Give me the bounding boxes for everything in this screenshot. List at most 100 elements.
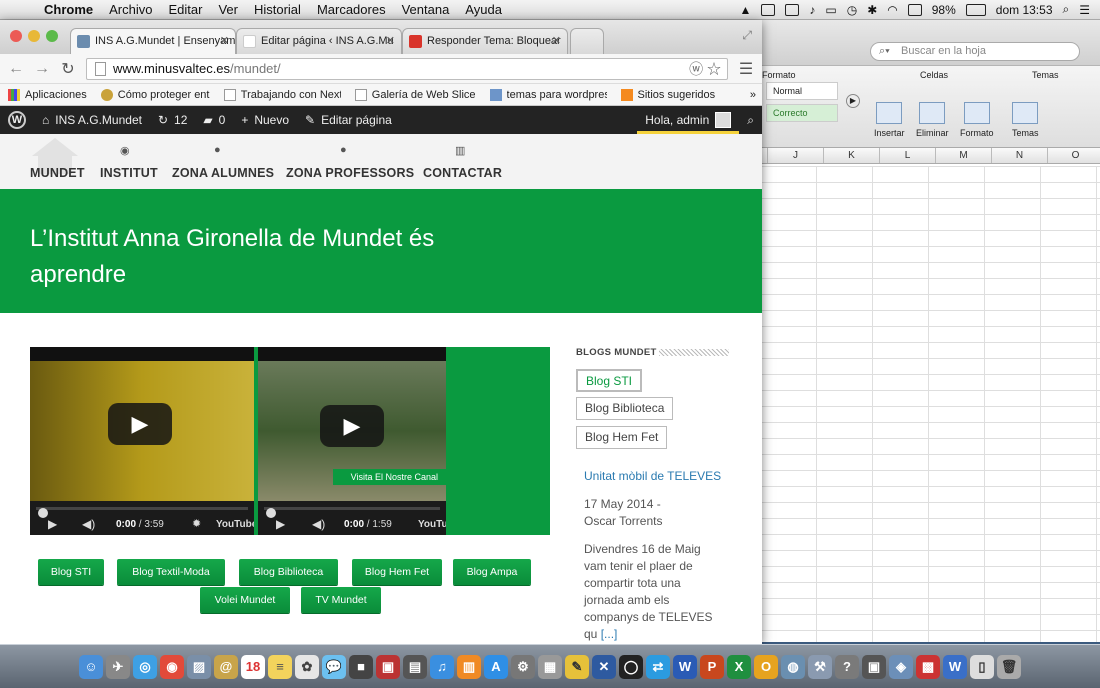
chrome-icon[interactable]: ◉ <box>160 654 184 679</box>
wp-my-account[interactable]: Hola, admin <box>637 106 740 134</box>
system-preferences-icon[interactable]: ⚙ <box>511 654 535 679</box>
photo-booth-icon[interactable]: ▣ <box>376 654 400 679</box>
reload-icon[interactable]: ↻ <box>60 59 76 79</box>
play-small-icon[interactable]: ▶ <box>276 517 285 531</box>
blog-ampa-button[interactable]: Blog Ampa <box>453 559 531 585</box>
utility-icon[interactable]: ⚒ <box>808 654 832 679</box>
facetime-icon[interactable]: ■ <box>349 654 373 679</box>
disk-utility-icon[interactable]: ▣ <box>862 654 886 679</box>
contacts-icon[interactable]: @ <box>214 654 238 679</box>
play-icon[interactable]: ▶ <box>108 403 172 445</box>
menu-marcadores[interactable]: Marcadores <box>309 2 394 17</box>
sidebar-blog-biblioteca[interactable]: Blog Biblioteca <box>576 397 674 420</box>
wp-new-content[interactable]: + Nuevo <box>233 113 297 127</box>
menu-historial[interactable]: Historial <box>246 2 309 17</box>
finder-icon[interactable]: ☺ <box>79 654 103 679</box>
tv-mundet-button[interactable]: TV Mundet <box>301 587 381 613</box>
word-icon[interactable]: W <box>673 654 697 679</box>
blog-biblioteca-button[interactable]: Blog Biblioteca <box>239 559 338 585</box>
safari-icon[interactable]: ◎ <box>133 654 157 679</box>
column-header[interactable]: N <box>992 148 1048 163</box>
bookmark-aplicaciones[interactable]: Aplicaciones <box>8 88 87 101</box>
column-header[interactable]: M <box>936 148 992 163</box>
nav-contactar[interactable]: CONTACTAR <box>423 166 502 180</box>
post-title-link[interactable]: Unitat mòbil de TELEVES <box>584 468 721 485</box>
video-player-1[interactable]: ▶ ▶ ◀) 0:00 / 3:59 ✹ YouTube <box>30 347 254 535</box>
youtube-logo-icon[interactable]: YouTube <box>418 519 446 530</box>
bookmark-sitios-sugeridos[interactable]: Sitios sugeridos <box>620 88 715 101</box>
eliminar-button[interactable]: Eliminar <box>916 102 949 138</box>
menu-app-name[interactable]: Chrome <box>36 2 101 17</box>
style-correcto[interactable]: Correcto <box>766 104 838 122</box>
messages-icon[interactable]: 💬 <box>322 654 346 679</box>
nav-mundet[interactable]: MUNDET <box>30 166 85 180</box>
wp-comments[interactable]: ▰ 0 <box>195 113 233 127</box>
launchpad-icon[interactable]: ✈ <box>106 654 130 679</box>
bookmark-star-icon[interactable]: ⓦ ☆ <box>689 59 721 79</box>
itunes-icon[interactable]: ♫ <box>430 654 454 679</box>
column-header[interactable]: O <box>1048 148 1100 163</box>
forward-icon[interactable]: → <box>34 60 50 78</box>
photos-icon[interactable]: ✿ <box>295 654 319 679</box>
play-small-icon[interactable]: ▶ <box>48 517 57 531</box>
channel-caption[interactable]: Visita El Nostre Canal <box>332 469 446 485</box>
preview-icon[interactable]: ▨ <box>187 654 211 679</box>
youtube-logo-icon[interactable]: YouTube <box>216 519 254 530</box>
trash-icon[interactable]: 🗑 <box>997 654 1021 679</box>
column-header[interactable]: J <box>768 148 824 163</box>
progress-bar[interactable] <box>36 507 248 518</box>
volume-icon[interactable]: ◀) <box>312 517 325 531</box>
bell-icon[interactable]: ♪ <box>809 3 815 17</box>
ibooks-icon[interactable]: ▥ <box>457 654 481 679</box>
wp-updates[interactable]: ↻ 12 <box>150 113 195 127</box>
read-more-link[interactable]: [...] <box>601 627 618 641</box>
fullscreen-icon[interactable]: ⤢ <box>742 28 752 43</box>
notification-center-icon[interactable]: ☰ <box>1079 3 1090 17</box>
xcode-icon[interactable]: ✕ <box>592 654 616 679</box>
progress-knob[interactable] <box>266 508 276 518</box>
bookmark-como-proteger[interactable]: Cómo proteger entra <box>100 88 210 101</box>
bookmark-galeria-web-slice[interactable]: Galería de Web Slice <box>354 88 476 101</box>
nav-zona-alumnes[interactable]: ZONA ALUMNES <box>172 166 274 180</box>
clock[interactable]: dom 13:53 <box>996 3 1053 17</box>
bluetooth-icon[interactable]: ✱ <box>867 3 877 17</box>
menu-ver[interactable]: Ver <box>210 2 246 17</box>
parallels-icon[interactable]: ▩ <box>916 654 940 679</box>
minimize-window-icon[interactable] <box>28 30 40 42</box>
settings-icon[interactable]: ✹ <box>192 517 201 530</box>
powerpoint-icon[interactable]: P <box>700 654 724 679</box>
close-window-icon[interactable] <box>10 30 22 42</box>
blog-textil-moda-button[interactable]: Blog Textil-Moda <box>117 559 225 585</box>
column-header[interactable]: K <box>824 148 880 163</box>
wordpress-app-icon[interactable]: W <box>943 654 967 679</box>
spotlight-icon[interactable]: ⌕ <box>1063 2 1070 17</box>
excel-icon[interactable]: X <box>727 654 751 679</box>
battery-icon[interactable] <box>965 3 986 16</box>
volei-mundet-button[interactable]: Volei Mundet <box>200 587 290 613</box>
style-normal[interactable]: Normal <box>766 82 838 100</box>
chrome-menu-icon[interactable]: ☰ <box>738 59 754 79</box>
close-tab-icon[interactable]: ✕ <box>220 29 229 53</box>
sidebar-blog-hem-fet[interactable]: Blog Hem Fet <box>576 426 668 449</box>
zoom-window-icon[interactable] <box>46 30 58 42</box>
back-icon[interactable]: ← <box>8 60 24 78</box>
play-icon[interactable]: ▶ <box>320 405 384 447</box>
formato-button[interactable]: Formato <box>960 102 994 138</box>
app-store-icon[interactable]: A <box>484 654 508 679</box>
archive-utility-icon[interactable]: ▦ <box>538 654 562 679</box>
calendar-icon[interactable]: 18 <box>241 654 265 679</box>
menu-ayuda[interactable]: Ayuda <box>457 2 510 17</box>
wp-search-icon[interactable]: ⌕ <box>739 113 762 128</box>
bookmark-trabajando-next[interactable]: Trabajando con Next <box>223 88 341 101</box>
progress-knob[interactable] <box>38 508 48 518</box>
network-icon[interactable]: ◍ <box>781 654 805 679</box>
teamviewer-icon[interactable]: ⇄ <box>646 654 670 679</box>
address-bar[interactable]: www.minusvaltec.es/mundet/ ⓦ ☆ <box>86 57 728 80</box>
temas-button[interactable]: Temas <box>1012 102 1039 138</box>
wp-logo-menu[interactable]: W <box>0 111 34 129</box>
menu-archivo[interactable]: Archivo <box>101 2 160 17</box>
volume-icon[interactable]: ◀) <box>82 517 95 531</box>
wp-edit-page[interactable]: ✎ Editar página <box>297 113 400 127</box>
close-tab-icon[interactable]: ✕ <box>552 29 561 53</box>
video-player-2[interactable]: ▶ Visita El Nostre Canal ▶ ◀) 0:00 / 1:5… <box>258 347 446 535</box>
